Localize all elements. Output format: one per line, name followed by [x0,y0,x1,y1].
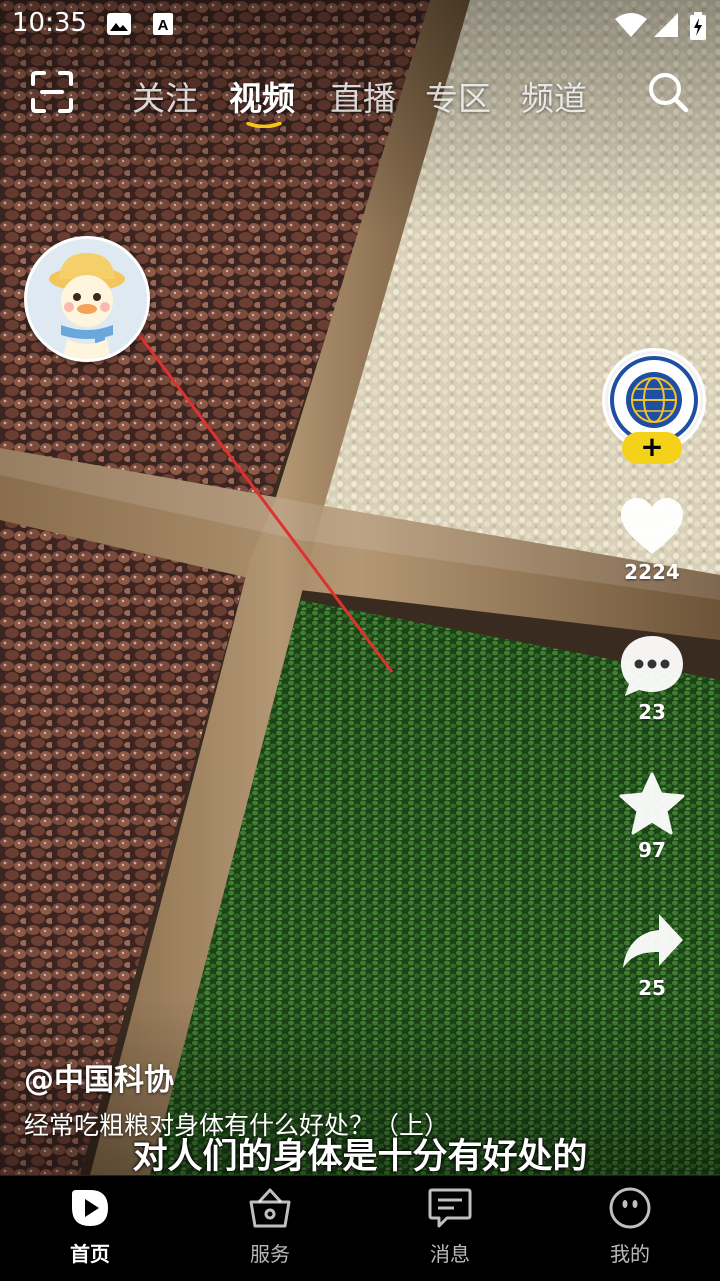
active-tab-indicator [246,122,282,128]
video-frame [0,0,720,1175]
heart-icon [621,498,683,554]
like-button[interactable]: 2224 [614,496,690,584]
comment-bubble-icon [621,636,683,696]
share-count: 25 [638,976,666,1000]
like-count: 2224 [624,560,680,584]
home-play-icon [72,1190,108,1226]
favorite-button[interactable]: 97 [614,772,690,862]
comment-count: 23 [638,700,666,724]
author-name[interactable]: @中国科协 [24,1055,174,1099]
scan-icon[interactable] [30,70,74,114]
nav-service-label: 服务 [250,1242,290,1266]
status-bar: 10:35 A [0,0,720,48]
comment-button[interactable]: 23 [614,634,690,724]
duck-mascot-icon [27,239,147,359]
battery-charging-icon [690,12,706,40]
tab-zone[interactable]: 专区 [425,72,491,120]
font-notification-icon: A [153,13,173,35]
service-basket-icon [249,1188,291,1228]
nav-service[interactable]: 服务 [210,1186,330,1267]
bottom-nav: 首页 服务 消息 我的 [0,1175,720,1281]
message-icon [428,1188,472,1228]
nav-profile-label: 我的 [610,1242,650,1266]
tab-live[interactable]: 直播 [330,72,396,120]
nav-message[interactable]: 消息 [390,1186,510,1267]
floating-mascot-pendant[interactable] [24,236,150,362]
svg-text:A: A [158,17,169,34]
share-button[interactable]: 25 [614,910,690,1000]
nav-home-label: 首页 [70,1242,110,1266]
tab-video[interactable]: 视频 [229,72,295,120]
follow-button[interactable]: + [622,432,682,464]
profile-icon [609,1187,651,1229]
top-nav: 关注 视频 直播 专区 频道 [0,62,720,128]
tab-following[interactable]: 关注 [132,72,198,120]
star-icon [619,772,685,835]
signal-icon [654,13,678,37]
nav-home[interactable]: 首页 [30,1186,150,1267]
share-arrow-icon [623,914,683,968]
video-player[interactable] [0,0,720,1175]
search-icon[interactable] [646,70,690,114]
wifi-icon [615,13,647,37]
tab-channel[interactable]: 频道 [521,72,587,120]
video-subtitle: 对人们的身体是十分有好处的 [132,1137,588,1177]
nav-message-label: 消息 [430,1242,470,1266]
image-notification-icon [107,13,131,35]
status-time: 10:35 [12,8,87,38]
nav-profile[interactable]: 我的 [570,1186,690,1267]
favorite-count: 97 [638,838,666,862]
